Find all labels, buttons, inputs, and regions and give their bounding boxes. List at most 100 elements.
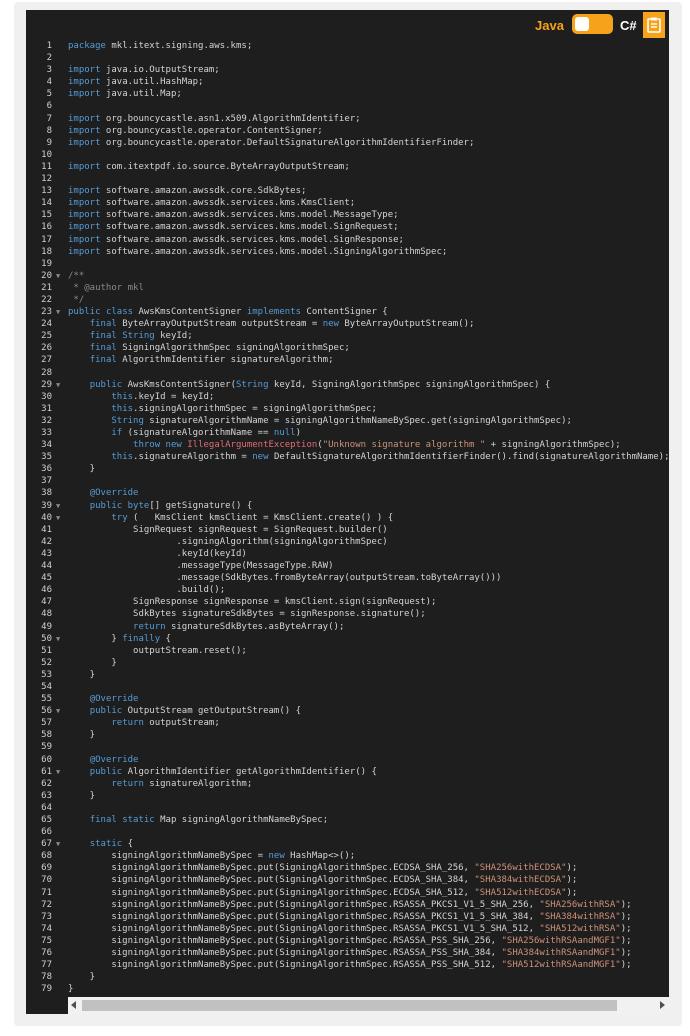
- line-number: 43: [41, 548, 52, 559]
- code-line: 70 signingAlgorithmNameBySpec.put(Signin…: [26, 874, 669, 886]
- fold-arrow-icon[interactable]: ▼: [56, 633, 64, 645]
- code-text: final ByteArrayOutputStream outputStream…: [89, 319, 475, 330]
- code-line: 56 ▼ public OutputStream getOutputStream(…: [26, 705, 669, 717]
- fold-arrow-icon[interactable]: ▼: [56, 838, 64, 850]
- code-line: 66: [26, 826, 669, 838]
- code-line: 64: [26, 802, 669, 814]
- code-line: 74 signingAlgorithmNameBySpec.put(Signin…: [26, 923, 669, 935]
- line-number: 76: [41, 948, 52, 959]
- line-number: 28: [41, 367, 52, 378]
- line-number: 51: [41, 645, 52, 656]
- fold-arrow-icon[interactable]: ▼: [56, 270, 64, 282]
- line-number: 73: [41, 911, 52, 922]
- line-number: 17: [41, 234, 52, 245]
- line-number: 5: [46, 89, 52, 100]
- code-line: 54: [26, 681, 669, 693]
- code-text: public OutputStream getOutputStream() {: [89, 706, 302, 717]
- code-text: String signatureAlgorithmName = signingA…: [111, 415, 572, 426]
- code-text: import com.itextpdf.io.source.ByteArrayO…: [68, 161, 350, 172]
- gutter-footer: [26, 997, 68, 1014]
- code-panel: Java C# 1 package mkl.itext.signing.aws.k…: [26, 10, 669, 1014]
- fold-arrow-icon[interactable]: ▼: [56, 379, 64, 391]
- code-line: 34 throw new IllegalArgumentException("U…: [26, 439, 669, 451]
- code-text: import java.io.OutputStream;: [68, 65, 220, 76]
- code-text: if (signatureAlgorithmName == null): [111, 428, 302, 438]
- horizontal-scrollbar[interactable]: [68, 997, 669, 1014]
- code-text: import software.amazon.awssdk.services.k…: [68, 210, 399, 221]
- fold-arrow-icon[interactable]: ▼: [56, 512, 64, 524]
- code-line: 69 signingAlgorithmNameBySpec.put(Signin…: [26, 862, 669, 874]
- line-number: 7: [46, 113, 52, 124]
- line-number: 54: [41, 681, 52, 692]
- code-line: 31 this.signingAlgorithmSpec = signingAl…: [26, 403, 669, 415]
- code-text: .messageType(MessageType.RAW): [68, 561, 334, 572]
- code-line: 57 return outputStream;: [26, 717, 669, 729]
- line-number: 27: [41, 355, 52, 366]
- line-number: 75: [41, 935, 52, 946]
- line-number: 47: [41, 597, 52, 608]
- line-number: 44: [41, 561, 52, 572]
- code-text: static {: [89, 839, 134, 850]
- scroll-left-arrow[interactable]: [71, 1001, 76, 1009]
- java-language-label[interactable]: Java: [535, 18, 564, 33]
- scrollbar-thumb[interactable]: [82, 1000, 617, 1011]
- code-text: .keyId(keyId): [68, 548, 247, 559]
- code-line: 14 import software.amazon.awssdk.services…: [26, 197, 669, 209]
- line-number: 2: [46, 53, 52, 64]
- line-number: 6: [46, 101, 52, 112]
- code-text: } finally {: [68, 633, 171, 644]
- code-text: import org.bouncycastle.operator.Content…: [68, 125, 323, 136]
- line-number: 48: [41, 609, 52, 620]
- copy-code-button[interactable]: [643, 12, 665, 38]
- code-line: 35 this.signatureAlgorithm = new Default…: [26, 451, 669, 463]
- code-text: @Override: [89, 754, 139, 765]
- csharp-language-label[interactable]: C#: [620, 18, 637, 33]
- code-text: }: [68, 464, 96, 475]
- code-line: 71 signingAlgorithmNameBySpec.put(Signin…: [26, 887, 669, 899]
- code-line: 28: [26, 367, 669, 379]
- code-text: throw new IllegalArgumentException("Unkn…: [133, 440, 621, 451]
- code-text: import org.bouncycastle.asn1.x509.Algori…: [68, 113, 361, 124]
- code-line: 29 ▼ public AwsKmsContentSigner(String ke…: [26, 379, 669, 391]
- fold-arrow-icon[interactable]: ▼: [56, 766, 64, 778]
- code-line: 19: [26, 258, 669, 270]
- code-text: public AwsKmsContentSigner(String keyId,…: [89, 379, 551, 390]
- fold-arrow-icon[interactable]: ▼: [56, 705, 64, 717]
- code-line: 39 ▼ public byte[] getSignature() {: [26, 500, 669, 512]
- code-text: import java.util.Map;: [68, 89, 182, 100]
- line-number: 16: [41, 222, 52, 233]
- line-number: 53: [41, 669, 52, 680]
- code-text: signingAlgorithmNameBySpec.put(SigningAl…: [68, 863, 578, 874]
- fold-arrow-icon[interactable]: ▼: [56, 500, 64, 512]
- code-text: final AlgorithmIdentifier signatureAlgor…: [89, 355, 334, 366]
- code-line: 11 import com.itextpdf.io.source.ByteArra…: [26, 161, 669, 173]
- code-text: final static Map signingAlgorithmNameByS…: [89, 815, 329, 825]
- code-line: 79}: [26, 983, 669, 995]
- code-editor[interactable]: 1 package mkl.itext.signing.aws.kms; 2 3 imp…: [26, 40, 669, 997]
- language-toggle[interactable]: [572, 14, 613, 34]
- line-number: 14: [41, 198, 52, 209]
- code-text: return signatureSdkBytes.asByteArray();: [133, 621, 345, 632]
- scroll-right-arrow[interactable]: [660, 1001, 665, 1009]
- code-line: 10: [26, 149, 669, 161]
- line-number: 79: [41, 984, 52, 995]
- code-line: 72 signingAlgorithmNameBySpec.put(Signin…: [26, 899, 669, 911]
- line-number: 78: [41, 972, 52, 983]
- code-line: 65 final static Map signingAlgorithmName…: [26, 814, 669, 826]
- code-line: 24 final ByteArrayOutputStream outputStr…: [26, 318, 669, 330]
- code-line: 63 }: [26, 790, 669, 802]
- code-text: return signatureAlgorithm;: [111, 778, 253, 789]
- clipboard-icon: [647, 17, 661, 33]
- line-number: 41: [41, 524, 52, 535]
- code-text: signingAlgorithmNameBySpec.put(SigningAl…: [68, 935, 632, 946]
- code-text: package mkl.itext.signing.aws.kms;: [68, 41, 253, 51]
- line-number: 62: [41, 778, 52, 789]
- code-text: @Override: [89, 694, 139, 705]
- fold-arrow-icon[interactable]: ▼: [56, 306, 64, 318]
- line-number: 13: [41, 186, 52, 197]
- line-number: 3: [46, 65, 52, 76]
- code-line: 3 import java.io.OutputStream;: [26, 64, 669, 76]
- code-line: 30 this.keyId = keyId;: [26, 391, 669, 403]
- code-line: 75 signingAlgorithmNameBySpec.put(Signin…: [26, 935, 669, 947]
- code-text: .build();: [68, 585, 226, 596]
